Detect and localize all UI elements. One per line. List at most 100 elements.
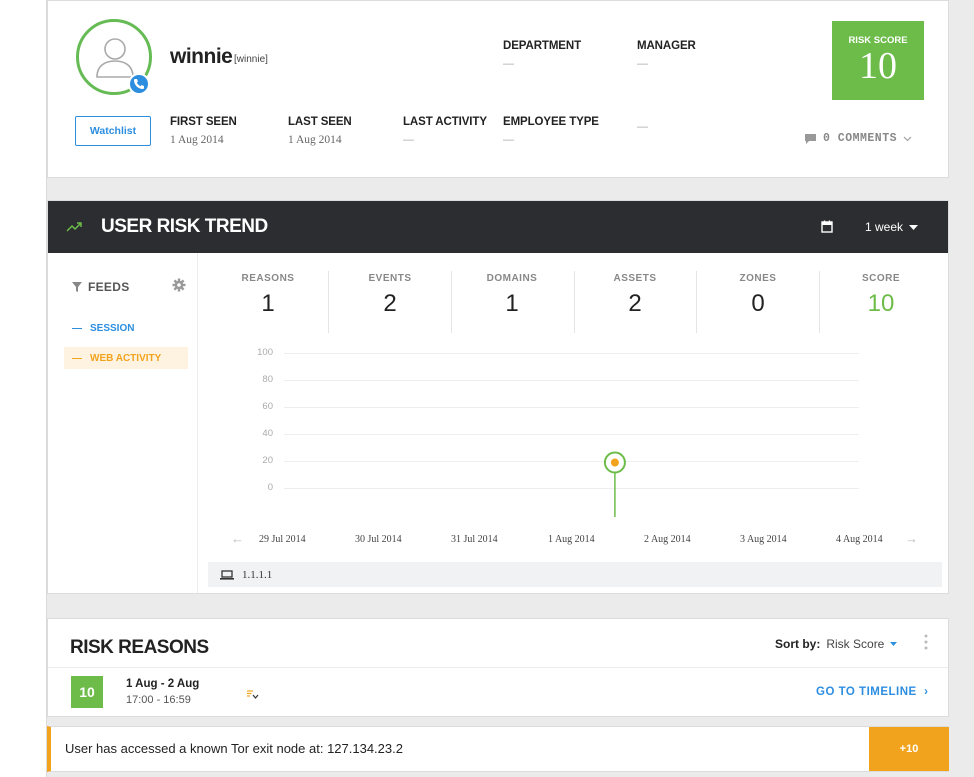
metric-zones: ZONES 0: [703, 273, 813, 318]
metric-score: SCORE 10: [826, 273, 936, 318]
metric-divider: [696, 271, 697, 333]
grid-line: [284, 488, 859, 489]
first-seen-value: 1 Aug 2014: [170, 134, 224, 146]
risk-score-box: RISK SCORE 10: [832, 21, 924, 100]
comment-icon: [805, 133, 816, 144]
data-point-ring[interactable]: [603, 451, 626, 474]
department-label: DEPARTMENT: [503, 40, 582, 52]
manager-label: MANAGER: [637, 40, 696, 52]
metric-label: REASONS: [241, 273, 295, 284]
feed-label: SESSION: [90, 322, 135, 334]
feed-label: WEB ACTIVITY: [90, 352, 162, 364]
metric-divider: [574, 271, 575, 333]
trend-header: USER RISK TREND 1 week: [48, 201, 948, 253]
metric-domains: DOMAINS 1: [457, 273, 567, 318]
x-tick-label: 4 Aug 2014: [836, 534, 883, 545]
data-point[interactable]: [610, 458, 619, 467]
go-to-timeline-link[interactable]: GO TO TIMELINE ›: [816, 686, 928, 698]
laptop-icon: [220, 569, 234, 580]
phone-icon: [128, 73, 150, 95]
range-dropdown[interactable]: 1 week: [865, 220, 919, 234]
chart-next-arrow[interactable]: →: [905, 531, 918, 546]
alert-message: User has accessed a known Tor exit node …: [65, 741, 403, 756]
first-seen-label: FIRST SEEN: [170, 116, 237, 128]
user-silhouette-icon: [96, 38, 134, 78]
username: winnie: [170, 45, 233, 68]
metric-label: EVENTS: [368, 273, 412, 284]
chart-prev-arrow[interactable]: ←: [231, 531, 244, 546]
metric-label: SCORE: [861, 273, 901, 284]
caret-down-icon: [890, 642, 898, 646]
divider: [48, 667, 948, 668]
user-handle: [winnie]: [234, 54, 268, 65]
grid-line: [284, 434, 859, 435]
metric-divider: [819, 271, 820, 333]
metric-value: 2: [628, 290, 642, 317]
y-tick-label: 80: [262, 374, 273, 385]
risk-alert-row[interactable]: User has accessed a known Tor exit node …: [47, 726, 949, 772]
more-options-icon[interactable]: [924, 633, 928, 651]
comments-toggle[interactable]: 0 COMMENTS: [804, 132, 912, 145]
reason-score-badge: 10: [71, 676, 103, 708]
watchlist-button[interactable]: Watchlist: [75, 116, 151, 146]
reason-time-range: 17:00 - 16:59: [126, 694, 191, 706]
feed-item-web-activity[interactable]: — WEB ACTIVITY: [64, 347, 188, 369]
sort-control[interactable]: Sort by: Risk Score: [775, 637, 898, 651]
gear-icon[interactable]: [172, 278, 186, 292]
last-seen-label: LAST SEEN: [288, 116, 352, 128]
trending-up-icon: [66, 222, 82, 232]
manager-value: —: [637, 58, 648, 70]
y-tick-label: 60: [262, 401, 273, 412]
feed-dash-icon: —: [72, 322, 82, 334]
department-value: —: [503, 58, 514, 70]
metric-value: 0: [751, 290, 765, 317]
feed-dash-icon: —: [72, 352, 82, 364]
employee-type-label: EMPLOYEE TYPE: [503, 116, 599, 128]
metric-label: ZONES: [739, 273, 777, 284]
last-activity-label: LAST ACTIVITY: [403, 116, 487, 128]
calendar-icon[interactable]: [821, 220, 833, 233]
grid-line: [284, 407, 859, 408]
filter-icon: [72, 282, 82, 292]
x-tick-label: 2 Aug 2014: [644, 534, 691, 545]
y-tick-label: 40: [262, 428, 273, 439]
asset-ip-row[interactable]: 1.1.1.1: [208, 562, 942, 587]
metric-value: 1: [505, 290, 519, 317]
x-tick-label: 30 Jul 2014: [355, 534, 402, 545]
range-label: 1 week: [865, 220, 904, 234]
left-gutter: [0, 0, 47, 777]
reason-date-range: 1 Aug - 2 Aug: [126, 678, 200, 690]
feeds-panel: FEEDS — SESSION — WEB ACTIVITY: [48, 253, 198, 593]
metric-divider: [328, 271, 329, 333]
feeds-header: FEEDS: [72, 280, 130, 294]
extra-field-value: —: [637, 121, 648, 133]
last-activity-value: —: [403, 134, 414, 146]
y-tick-label: 20: [262, 455, 273, 466]
chevron-down-icon: [903, 136, 912, 141]
risk-reasons-card: RISK REASONS Sort by: Risk Score 10 1 Au…: [47, 618, 949, 717]
comments-label: 0 COMMENTS: [823, 132, 898, 145]
feed-item-session[interactable]: — SESSION: [64, 317, 188, 339]
metric-label: ASSETS: [613, 273, 657, 284]
timeline-link-label: GO TO TIMELINE: [816, 686, 917, 698]
employee-type-value: —: [503, 134, 514, 146]
metric-divider: [451, 271, 452, 333]
sort-value: Risk Score: [826, 637, 885, 651]
chevron-right-icon: ›: [920, 686, 929, 698]
reasons-title: RISK REASONS: [70, 637, 209, 658]
risk-score-value: 10: [859, 45, 897, 87]
sort-filter-icon[interactable]: [247, 690, 259, 700]
user-profile-card: winnie [winnie] DEPARTMENT — MANAGER — W…: [47, 0, 949, 178]
metric-value: 1: [261, 290, 275, 317]
metric-events: EVENTS 2: [335, 273, 445, 318]
x-tick-label: 3 Aug 2014: [740, 534, 787, 545]
alert-points-badge: +10: [869, 727, 949, 771]
metric-value: 2: [383, 290, 397, 317]
last-seen-value: 1 Aug 2014: [288, 134, 342, 146]
asset-ip-label: 1.1.1.1: [242, 568, 273, 581]
grid-line: [284, 353, 859, 354]
trend-title: USER RISK TREND: [101, 216, 268, 237]
x-tick-label: 31 Jul 2014: [451, 534, 498, 545]
metric-reasons: REASONS 1: [213, 273, 323, 318]
grid-line: [284, 461, 859, 462]
